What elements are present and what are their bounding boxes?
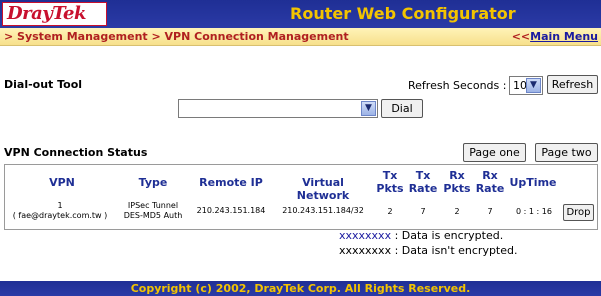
drop-button[interactable]: Drop	[563, 204, 594, 221]
vpn-index: 1	[57, 201, 63, 210]
cell-tx-pkts: 2	[387, 207, 393, 216]
col-tx-rate-line2: Rate	[408, 182, 438, 195]
main-menu-link[interactable]: Main Menu	[530, 30, 598, 43]
refresh-button[interactable]: Refresh	[547, 75, 598, 94]
cell-uptime: 0 : 1 : 16	[516, 207, 552, 216]
app-title: Router Web Configurator	[290, 4, 516, 23]
cell-type: IPSec Tunnel DES-MD5 Auth	[117, 201, 189, 221]
legend-unencrypted-text: : Data isn't encrypted.	[394, 244, 518, 257]
col-uptime: UpTime	[509, 176, 557, 189]
page-one-button[interactable]: Page one	[463, 143, 526, 162]
footer-copyright: Copyright (c) 2002, DrayTek Corp. All Ri…	[0, 281, 601, 296]
col-virtual-network: Virtual Network	[296, 176, 350, 202]
dial-button[interactable]: Dial	[381, 99, 423, 118]
col-rx-rate-line1: Rx	[482, 169, 498, 182]
dial-profile-select[interactable]: ▼	[178, 99, 378, 118]
cell-rx-pkts: 2	[454, 207, 460, 216]
refresh-seconds-value: 10	[513, 79, 527, 92]
cell-remote-ip: 210.243.151.184	[196, 206, 266, 215]
header-bar: DrayTek Router Web Configurator	[0, 0, 601, 28]
dialout-title: Dial-out Tool	[4, 78, 83, 91]
type-line1: IPSec Tunnel	[127, 201, 179, 210]
col-type: Type	[138, 176, 168, 189]
main-menu-prefix: <<	[511, 30, 531, 43]
legend-encrypted-sample: xxxxxxxx	[339, 229, 392, 242]
col-tx-rate: Tx Rate	[408, 169, 438, 195]
legend-encrypted-text: : Data is encrypted.	[394, 229, 504, 242]
breadcrumb: > System Management > VPN Connection Man…	[4, 30, 349, 43]
page-two-button[interactable]: Page two	[535, 143, 598, 162]
col-rx-rate: Rx Rate	[475, 169, 505, 195]
draytek-logo: DrayTek	[2, 2, 107, 26]
chevron-down-icon[interactable]: ▼	[526, 78, 541, 93]
refresh-seconds-label: Refresh Seconds :	[408, 79, 507, 92]
type-line2: DES-MD5 Auth	[123, 211, 183, 220]
vpn-status-table: VPN Type Remote IP Virtual Network Tx Pk…	[4, 164, 598, 230]
col-rx-pkts-line2: Pkts	[443, 182, 471, 195]
col-remote-ip: Remote IP	[199, 176, 263, 189]
col-tx-rate-line1: Tx	[415, 169, 431, 182]
col-tx-pkts-line2: Pkts	[376, 182, 404, 195]
col-rx-rate-line2: Rate	[475, 182, 505, 195]
col-tx-pkts: Tx Pkts	[376, 169, 404, 195]
main-menu-nav: <<Main Menu	[512, 30, 598, 43]
vpn-status-title: VPN Connection Status	[4, 146, 148, 159]
col-vpn: VPN	[49, 176, 75, 189]
logo-text: DrayTek	[7, 3, 86, 24]
chevron-down-icon[interactable]: ▼	[361, 101, 376, 116]
refresh-seconds-select[interactable]: 10 ▼	[509, 76, 543, 95]
breadcrumb-bar: > System Management > VPN Connection Man…	[0, 28, 601, 46]
cell-tx-rate: 7	[420, 207, 426, 216]
legend-unencrypted-sample: xxxxxxxx	[339, 244, 392, 257]
cell-virtual-network: 210.243.151.184/32	[282, 206, 364, 215]
col-tx-pkts-line1: Tx	[382, 169, 398, 182]
legend-unencrypted: xxxxxxxx : Data isn't encrypted.	[339, 244, 518, 257]
vpn-name: ( fae@draytek.com.tw )	[12, 211, 108, 220]
col-rx-pkts-line1: Rx	[449, 169, 465, 182]
cell-rx-rate: 7	[487, 207, 493, 216]
col-rx-pkts: Rx Pkts	[442, 169, 472, 195]
cell-vpn: 1 ( fae@draytek.com.tw )	[5, 201, 115, 221]
legend-encrypted: xxxxxxxx : Data is encrypted.	[339, 229, 503, 242]
